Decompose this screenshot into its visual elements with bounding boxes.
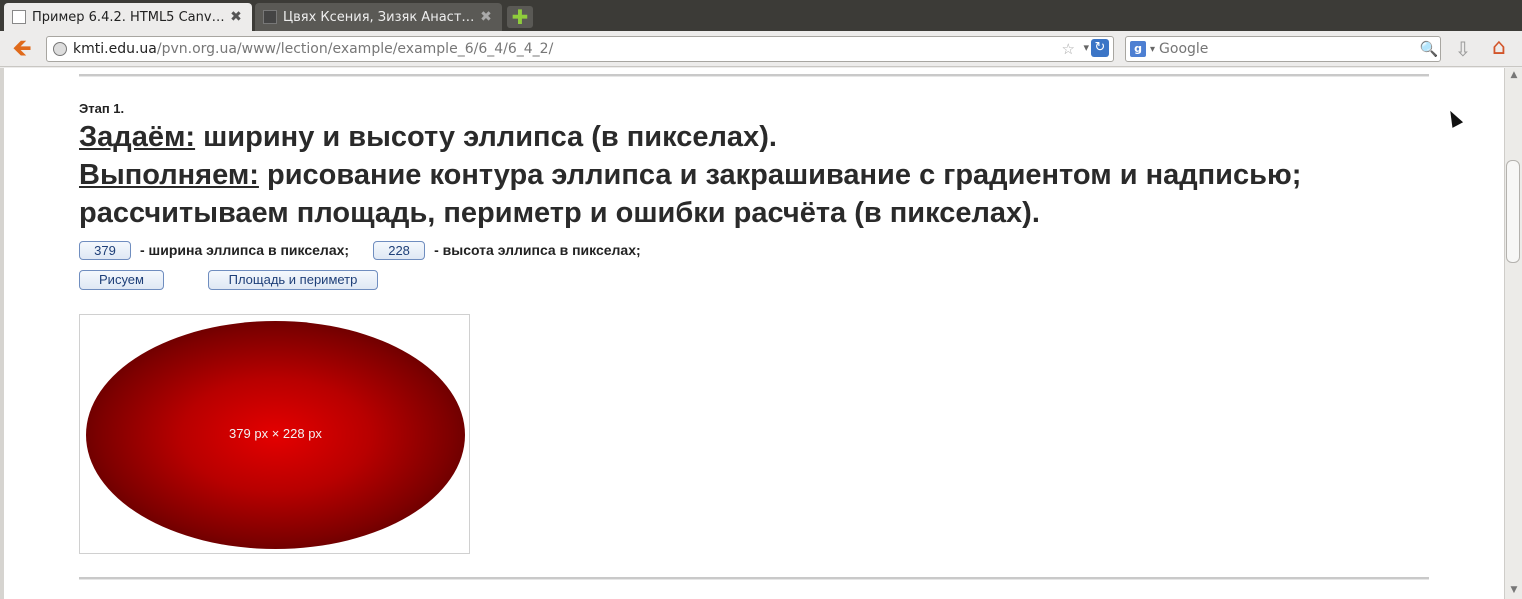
close-icon[interactable]: ✖ — [228, 9, 244, 25]
navigation-toolbar: 🡸 kmti.edu.ua /pvn.org.ua/www/lection/ex… — [0, 31, 1522, 67]
tab-strip: Пример 6.4.2. HTML5 Canv… ✖ Цвях Ксения,… — [0, 0, 1522, 31]
draw-button[interactable]: Рисуем — [79, 270, 164, 290]
globe-icon — [53, 42, 67, 56]
new-tab-button[interactable]: ✚ — [507, 6, 533, 28]
engine-dropdown-icon[interactable]: ▾ — [1150, 44, 1155, 55]
url-path: /pvn.org.ua/www/lection/example/example_… — [156, 41, 554, 57]
width-label: - ширина эллипса в пикселах; — [140, 242, 350, 258]
tab-tsvyakh[interactable]: Цвях Ксения, Зизяк Анаст… ✖ — [255, 3, 502, 31]
top-divider — [79, 74, 1429, 77]
tab-example-6-4-2[interactable]: Пример 6.4.2. HTML5 Canv… ✖ — [4, 3, 252, 31]
scroll-down-icon[interactable]: ▼ — [1508, 585, 1520, 597]
browser-window: Пример 6.4.2. HTML5 Canv… ✖ Цвях Ксения,… — [0, 0, 1522, 599]
scroll-thumb[interactable] — [1506, 160, 1520, 263]
downloads-button[interactable]: ⇩ — [1452, 37, 1474, 61]
back-button[interactable]: 🡸 — [8, 36, 36, 62]
page-favicon-icon — [12, 10, 26, 24]
scroll-up-icon[interactable]: ▲ — [1508, 70, 1520, 82]
set-text: ширину и высоту эллипса (в пикселах). — [195, 121, 777, 153]
close-icon[interactable]: ✖ — [478, 9, 494, 25]
tab-title: Цвях Ксения, Зизяк Анаст… — [283, 9, 475, 25]
bottom-divider — [79, 577, 1429, 580]
width-input[interactable] — [79, 240, 131, 260]
page-content: Этап 1. Задаём: ширину и высоту эллипса … — [4, 68, 1504, 599]
address-bar[interactable]: kmti.edu.ua /pvn.org.ua/www/lection/exam… — [46, 36, 1114, 62]
search-icon[interactable]: 🔍 — [1418, 40, 1440, 58]
height-input[interactable] — [373, 240, 426, 260]
tab-title: Пример 6.4.2. HTML5 Canv… — [32, 9, 225, 25]
do-text: рисование контура эллипса и закрашивание… — [79, 159, 1302, 229]
set-keyword: Задаём: — [79, 121, 196, 153]
stage-label: Этап 1. — [79, 101, 125, 116]
vertical-scrollbar[interactable]: ▲ ▼ — [1504, 68, 1522, 599]
drawing-canvas: 379 px × 228 px — [79, 314, 470, 554]
area-perimeter-button[interactable]: Площадь и периметр — [208, 270, 378, 290]
search-input[interactable] — [1159, 41, 1418, 57]
gradient-ellipse: 379 px × 228 px — [86, 321, 465, 549]
ellipse-size-label: 379 px × 228 px — [229, 426, 322, 441]
url-dropdown-icon[interactable]: ▾ — [1083, 41, 1089, 54]
search-bar[interactable]: g ▾ 🔍 — [1125, 36, 1441, 62]
page-heading: Задаём: ширину и высоту эллипса (в пиксе… — [79, 118, 1439, 232]
home-button[interactable]: ⌂ — [1486, 35, 1512, 61]
url-host: kmti.edu.ua — [73, 41, 157, 57]
parameters-row: - ширина эллипса в пикселах; - высота эл… — [79, 240, 641, 260]
height-label: - высота эллипса в пикселах; — [434, 242, 641, 258]
page-favicon-icon — [263, 10, 277, 24]
bookmark-star-icon[interactable]: ☆ — [1062, 40, 1075, 58]
reload-icon[interactable]: ↻ — [1091, 39, 1109, 57]
do-keyword: Выполняем: — [79, 159, 259, 191]
google-engine-icon[interactable]: g — [1130, 41, 1146, 57]
